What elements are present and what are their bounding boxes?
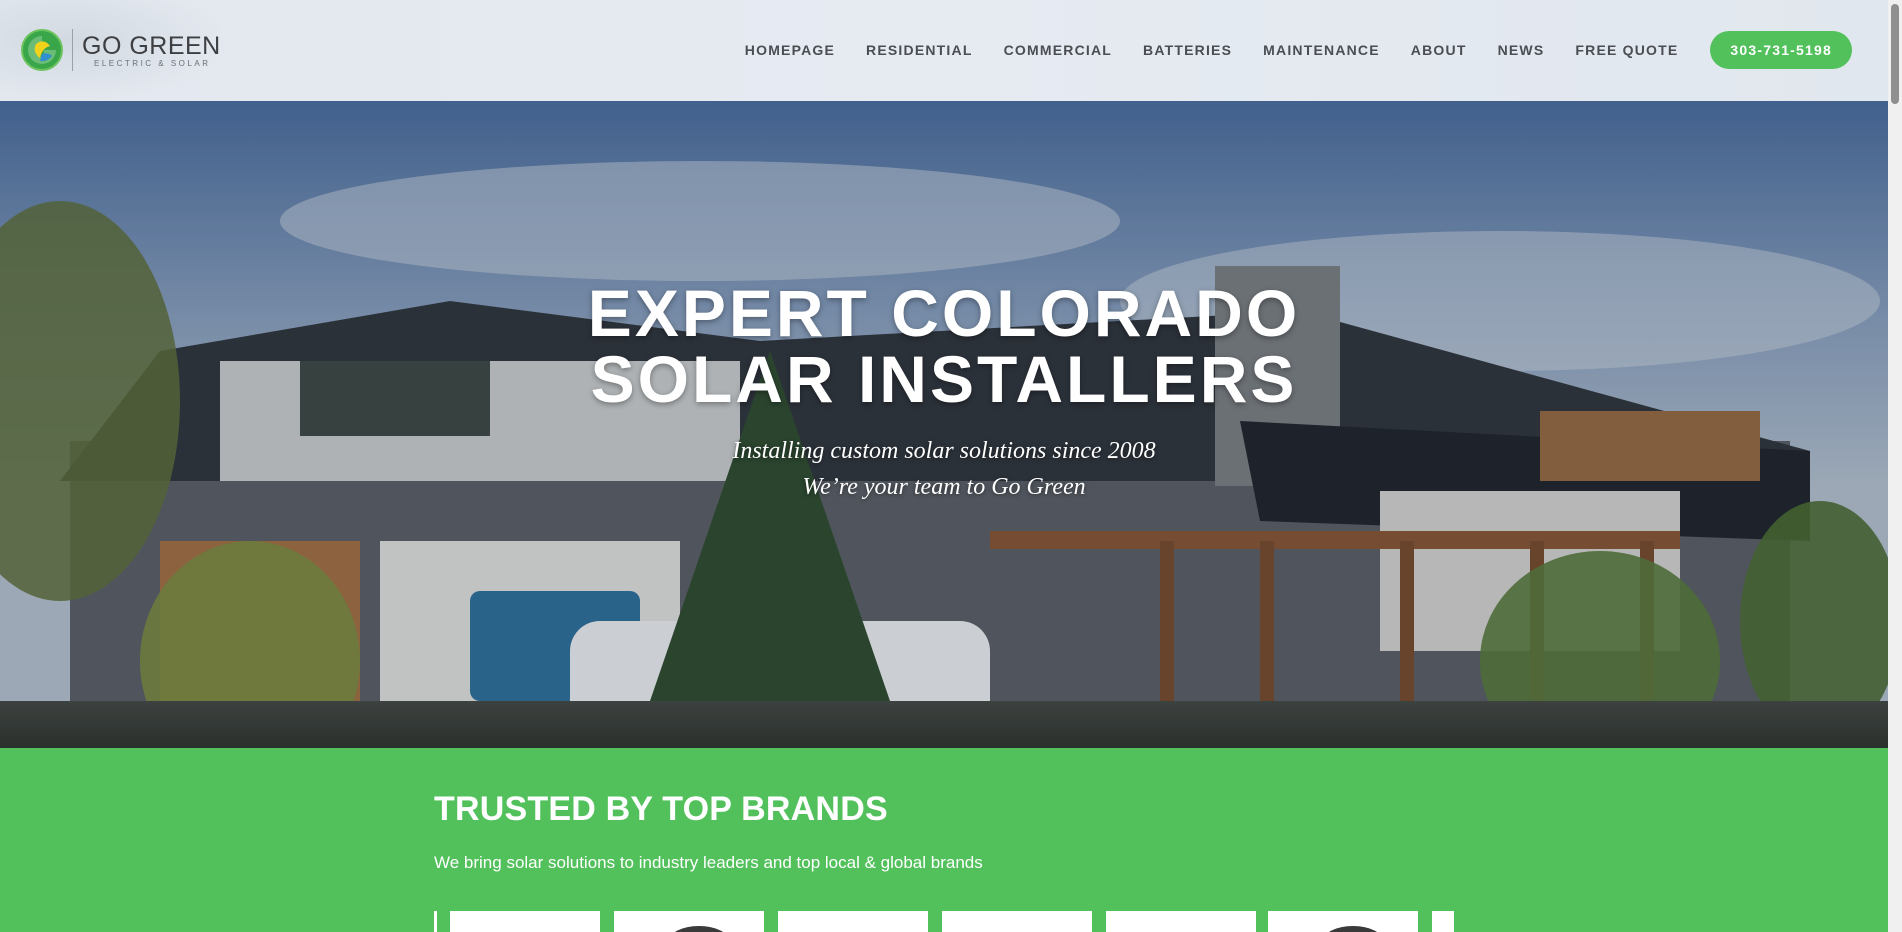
brand-logo-card[interactable] bbox=[1268, 911, 1418, 932]
hero-title: EXPERT COLORADO SOLAR INSTALLERS bbox=[0, 280, 1888, 412]
logo-divider bbox=[72, 29, 73, 71]
brands-description: We bring solar solutions to industry lea… bbox=[434, 853, 983, 872]
hero-title-line-1: EXPERT COLORADO bbox=[587, 276, 1301, 350]
scrollbar-thumb[interactable] bbox=[1891, 4, 1899, 104]
nav-free-quote[interactable]: FREE QUOTE bbox=[1575, 42, 1678, 58]
nav-news[interactable]: NEWS bbox=[1498, 42, 1545, 58]
brand-logo-card[interactable] bbox=[1432, 911, 1454, 932]
brands-title: TRUSTED BY TOP BRANDS bbox=[434, 790, 888, 828]
hero-title-line-2: SOLAR INSTALLERS bbox=[590, 342, 1298, 416]
brand-logo-mark bbox=[669, 926, 729, 932]
nav-residential[interactable]: RESIDENTIAL bbox=[866, 42, 973, 58]
hero-background-image bbox=[0, 101, 1888, 748]
brand-logo-card[interactable] bbox=[778, 911, 928, 932]
nav-batteries[interactable]: BATTERIES bbox=[1143, 42, 1232, 58]
nav-commercial[interactable]: COMMERCIAL bbox=[1004, 42, 1112, 58]
nav-homepage[interactable]: HOMEPAGE bbox=[745, 42, 835, 58]
go-green-logo-icon bbox=[21, 29, 63, 71]
trusted-brands-section: TRUSTED BY TOP BRANDS We bring solar sol… bbox=[0, 748, 1888, 932]
brand-logo-mark bbox=[1323, 926, 1383, 932]
brand-logo-card[interactable] bbox=[450, 911, 600, 932]
site-logo[interactable]: GO GREEN ELECTRIC & SOLAR bbox=[20, 28, 221, 72]
brand-logo-card[interactable] bbox=[1106, 911, 1256, 932]
page-scrollbar[interactable] bbox=[1888, 0, 1902, 932]
site-header: GO GREEN ELECTRIC & SOLAR HOMEPAGE RESID… bbox=[0, 0, 1888, 101]
main-nav: HOMEPAGE RESIDENTIAL COMMERCIAL BATTERIE… bbox=[745, 31, 1852, 69]
logo-name: GO GREEN bbox=[82, 31, 221, 60]
hero-subtitle-line-1: Installing custom solar solutions since … bbox=[732, 438, 1156, 464]
logo-text: GO GREEN ELECTRIC & SOLAR bbox=[82, 33, 221, 68]
nav-maintenance[interactable]: MAINTENANCE bbox=[1263, 42, 1380, 58]
phone-call-button[interactable]: 303-731-5198 bbox=[1710, 31, 1852, 69]
brand-logo-carousel[interactable] bbox=[434, 911, 1454, 932]
nav-about[interactable]: ABOUT bbox=[1411, 42, 1467, 58]
hero-subtitle-line-2: We’re your team to Go Green bbox=[802, 474, 1086, 500]
carousel-edge bbox=[434, 911, 437, 932]
logo-tagline: ELECTRIC & SOLAR bbox=[94, 58, 211, 68]
brand-logo-card[interactable] bbox=[942, 911, 1092, 932]
hero-section: EXPERT COLORADO SOLAR INSTALLERS Install… bbox=[0, 101, 1888, 748]
brand-logo-card[interactable] bbox=[614, 911, 764, 932]
